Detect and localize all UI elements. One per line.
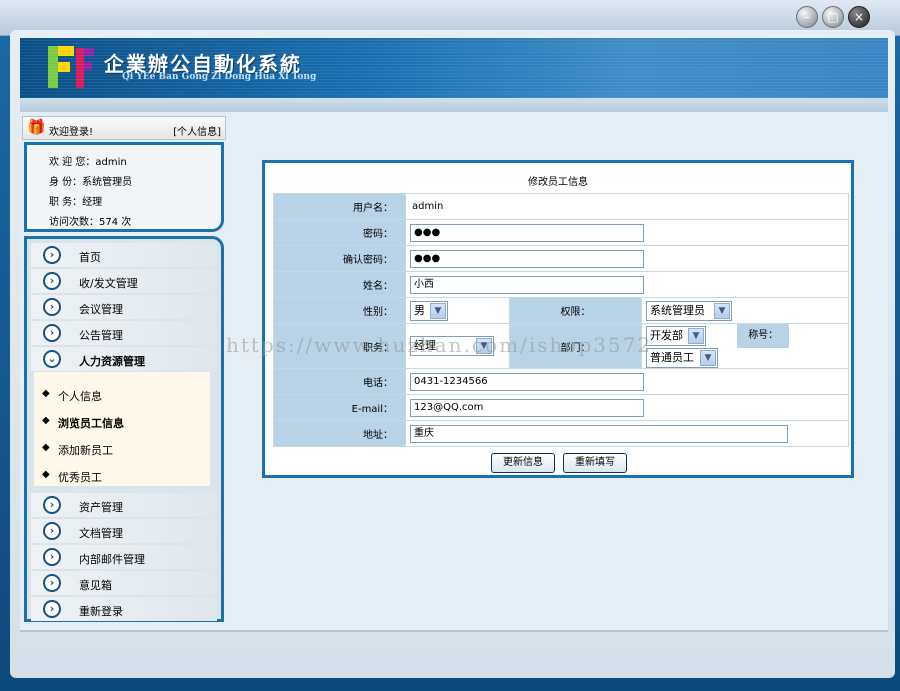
rank-value: 普通员工	[650, 351, 694, 364]
chevron-right-icon: ›	[43, 496, 61, 514]
sidebar-item-hr[interactable]: ⌄ 人力资源管理	[31, 347, 217, 371]
username-value: admin	[412, 201, 444, 212]
confirm-password-field[interactable]: ●●●	[410, 249, 644, 268]
gender-label: 性别：	[273, 297, 406, 324]
sidebar-item-assets[interactable]: › 资产管理	[31, 493, 217, 517]
chevron-right-icon: ›	[43, 522, 61, 540]
chevron-right-icon: ›	[43, 272, 61, 290]
visit-count: 访问次数：574 次	[49, 217, 132, 228]
sidebar-item-label: 人力资源管理	[79, 355, 145, 368]
sidebar-item-relogin[interactable]: › 重新登录	[31, 597, 217, 621]
user-role: 身 份：系统管理员	[49, 177, 133, 188]
sidebar-item-label: 意见箱	[79, 579, 112, 592]
chevron-right-icon: ›	[43, 574, 61, 592]
header-banner: 企業辦公自動化系統 Qi YEe Ban Gong Zi Dong Hua Xi…	[20, 38, 888, 98]
name-field[interactable]: 小西	[410, 275, 644, 294]
sidebar-item-label: 重新登录	[79, 605, 123, 618]
user-position: 职 务：经理	[49, 197, 103, 208]
sidebar-item-meetings[interactable]: › 会议管理	[31, 295, 217, 319]
submenu-item-profile[interactable]: 个人信息	[58, 388, 102, 404]
position-value: 经理	[414, 339, 436, 352]
form-title: 修改员工信息	[528, 177, 588, 188]
minimize-button[interactable]: –	[796, 6, 818, 28]
chevron-down-icon: ▼	[714, 302, 730, 319]
department-label: 部门：	[509, 323, 642, 369]
rank-label: 称号：	[737, 324, 790, 348]
sidebar-item-label: 会议管理	[79, 303, 123, 316]
phone-label: 电话：	[273, 368, 406, 395]
submenu-item-excellent-staff[interactable]: 优秀员工	[58, 469, 102, 485]
form-table: 用户名： admin 密码： ●●● 确认密码： ●●● 姓名： 小西 性别： …	[273, 193, 849, 447]
chevron-down-icon: ▼	[688, 328, 704, 344]
submenu-item-add-staff[interactable]: 添加新员工	[58, 442, 113, 458]
profile-link[interactable]: [个人信息]	[173, 123, 221, 138]
gender-value: 男	[414, 303, 425, 317]
position-select[interactable]: 经理 ▼	[410, 336, 494, 356]
sidebar-item-mail[interactable]: › 内部邮件管理	[31, 545, 217, 569]
diamond-bullet-icon: ◆	[42, 442, 50, 453]
sidebar-item-label: 首页	[79, 251, 101, 264]
permission-value: 系统管理员	[650, 303, 705, 317]
welcome-text: 欢迎登录!	[49, 127, 94, 138]
phone-field[interactable]: 0431-1234566	[410, 372, 644, 391]
sidebar-item-label: 资产管理	[79, 501, 123, 514]
sidebar-item-label: 公告管理	[79, 329, 123, 342]
logo-icon	[48, 46, 94, 88]
sidebar-item-announcements[interactable]: › 公告管理	[31, 321, 217, 345]
maximize-button[interactable]: □	[822, 6, 844, 28]
email-field[interactable]: 123@QQ.com	[410, 398, 644, 417]
password-label: 密码：	[273, 219, 406, 246]
window-footer	[10, 678, 895, 691]
diamond-bullet-icon: ◆	[42, 388, 50, 399]
hr-submenu: ◆ 个人信息 ◆ 浏览员工信息 ◆ 添加新员工 ◆ 优秀员工	[34, 372, 210, 486]
chevron-right-icon: ›	[43, 298, 61, 316]
permission-label: 权限：	[509, 297, 642, 324]
chevron-right-icon: ›	[43, 600, 61, 618]
username-label: 用户名：	[273, 193, 406, 220]
permission-select[interactable]: 系统管理员 ▼	[646, 300, 732, 321]
email-label: E-mail：	[273, 394, 406, 421]
sidebar-item-feedback[interactable]: › 意见箱	[31, 571, 217, 595]
sidebar-item-documents-inout[interactable]: › 收/发文管理	[31, 269, 217, 293]
chevron-right-icon: ›	[43, 324, 61, 342]
chevron-down-icon: ▼	[430, 302, 446, 319]
welcome-header: 🎁 欢迎登录! [个人信息]	[22, 116, 226, 140]
banner-stripe	[20, 98, 888, 112]
submenu-item-browse-staff[interactable]: 浏览员工信息	[58, 415, 124, 431]
reset-button[interactable]: 重新填写	[563, 453, 627, 473]
name-label: 姓名：	[273, 271, 406, 298]
edit-staff-form: 修改员工信息 用户名： admin 密码： ●●● 确认密码： ●●● 姓名： …	[262, 160, 854, 478]
department-value: 开发部	[650, 329, 683, 342]
sidebar-item-home[interactable]: › 首页	[31, 243, 217, 267]
position-label: 职务：	[273, 323, 406, 369]
chevron-right-icon: ›	[43, 246, 61, 264]
gift-icon: 🎁	[27, 118, 46, 136]
update-button[interactable]: 更新信息	[491, 453, 555, 473]
address-label: 地址：	[273, 420, 406, 447]
confirm-password-label: 确认密码：	[273, 245, 406, 272]
department-select[interactable]: 开发部 ▼	[646, 326, 706, 346]
diamond-bullet-icon: ◆	[42, 415, 50, 426]
password-field[interactable]: ●●●	[410, 223, 644, 242]
system-subtitle: Qi YEe Ban Gong Zi Dong Hua Xi Tong	[122, 72, 317, 82]
sidebar-item-files[interactable]: › 文档管理	[31, 519, 217, 543]
user-greeting: 欢 迎 您：admin	[49, 157, 127, 168]
user-info-box: 欢 迎 您：admin 身 份：系统管理员 职 务：经理 访问次数：574 次	[24, 142, 224, 232]
chevron-down-icon: ⌄	[43, 350, 61, 368]
close-button[interactable]: ×	[848, 6, 870, 28]
diamond-bullet-icon: ◆	[42, 469, 50, 480]
chevron-right-icon: ›	[43, 548, 61, 566]
chevron-down-icon: ▼	[476, 338, 492, 354]
rank-select[interactable]: 普通员工 ▼	[646, 348, 718, 368]
gender-select[interactable]: 男 ▼	[410, 300, 448, 321]
sidebar-item-label: 收/发文管理	[79, 277, 138, 290]
address-field[interactable]: 重庆	[410, 424, 788, 443]
sidebar-item-label: 文档管理	[79, 527, 123, 540]
sidebar-item-label: 内部邮件管理	[79, 553, 145, 566]
chevron-down-icon: ▼	[700, 350, 716, 366]
